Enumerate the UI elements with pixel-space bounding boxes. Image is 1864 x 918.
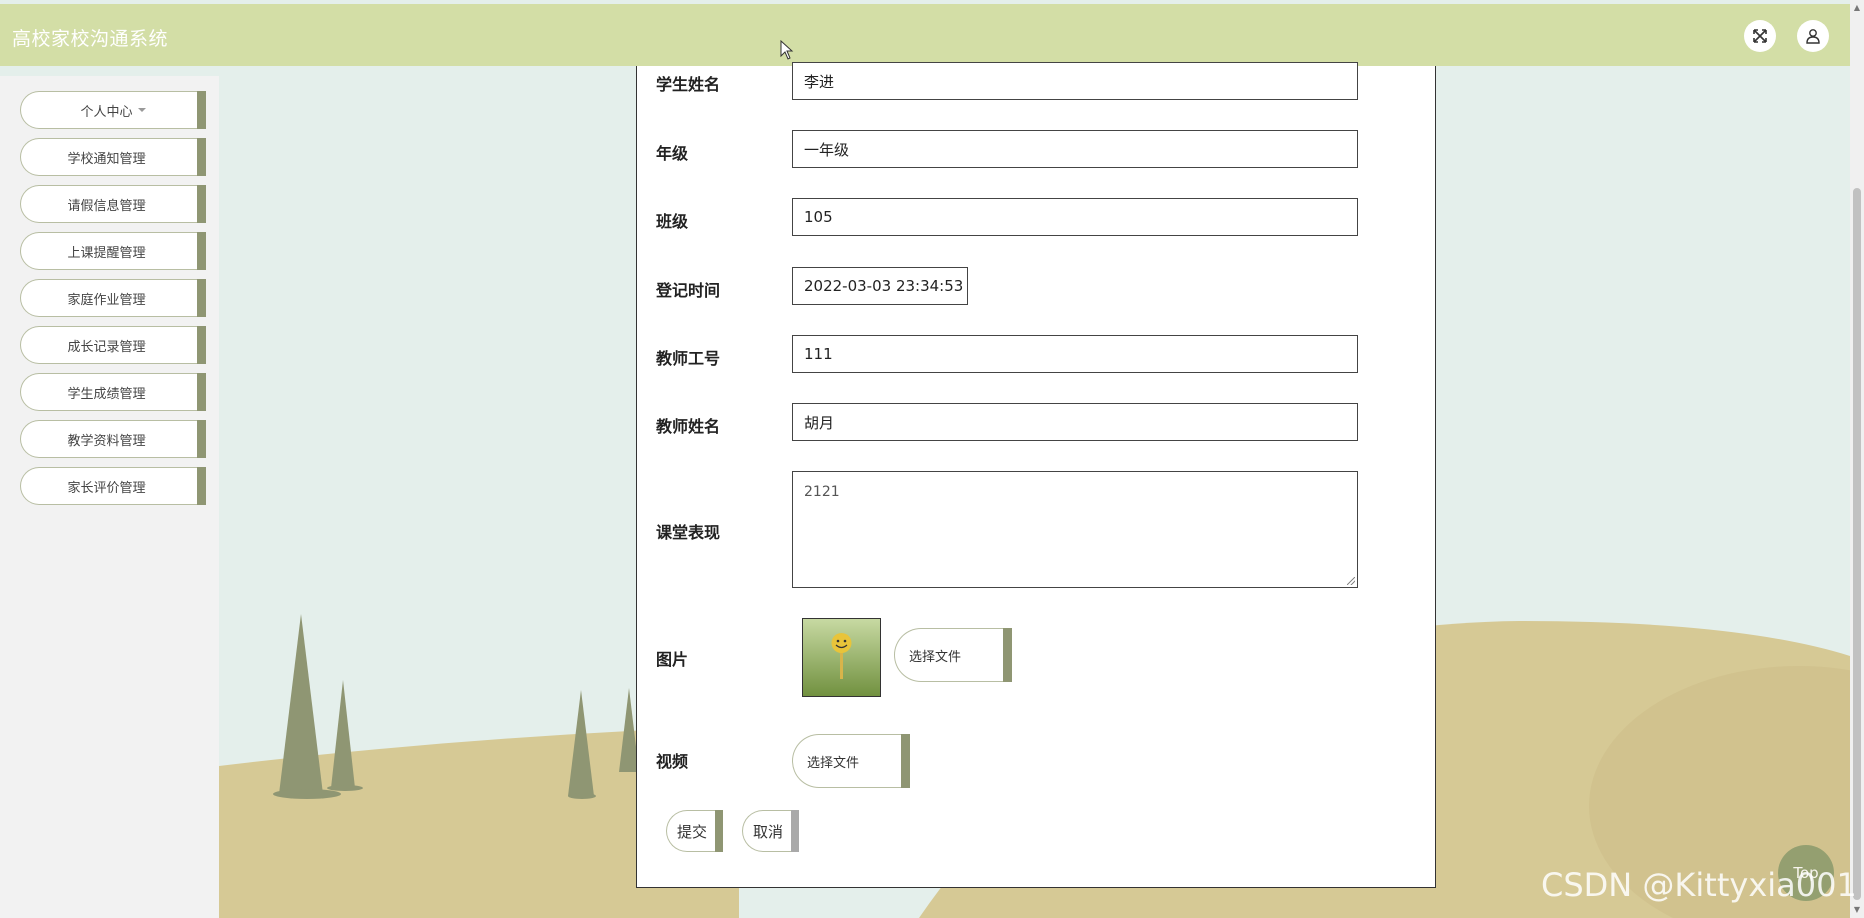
class-label: 班级 <box>656 212 689 231</box>
sidebar-item-class-reminder[interactable]: 上课提醒管理 <box>20 232 206 270</box>
register-time-input[interactable]: 2022-03-03 23:34:53 <box>792 267 968 305</box>
performance-textarea[interactable]: 2121 <box>792 471 1358 588</box>
register-time-label: 登记时间 <box>656 281 721 300</box>
choose-image-file-button[interactable]: 选择文件 <box>894 628 1012 682</box>
choose-video-file-button[interactable]: 选择文件 <box>792 734 910 788</box>
chevron-down-icon <box>138 155 146 159</box>
chevron-down-icon <box>138 343 146 347</box>
app-title: 高校家校沟通系统 <box>12 28 169 50</box>
teacher-id-label: 教师工号 <box>656 349 721 368</box>
image-thumbnail <box>802 618 881 697</box>
smiley-golfball-image <box>803 619 880 696</box>
scrollbar-thumb[interactable] <box>1853 188 1861 900</box>
chevron-down-icon <box>138 108 146 112</box>
class-input[interactable]: 105 <box>792 198 1358 236</box>
teacher-name-label: 教师姓名 <box>656 417 721 436</box>
sidebar-item-label: 个人中心 <box>80 104 133 120</box>
scroll-up-icon[interactable]: ▲ <box>1853 4 1861 12</box>
sidebar-item-parent-review[interactable]: 家长评价管理 <box>20 467 206 505</box>
sidebar-item-label: 学生成绩管理 <box>67 386 146 402</box>
chevron-down-icon <box>138 484 146 488</box>
teacher-name-input[interactable]: 胡月 <box>792 403 1358 441</box>
sidebar-item-label: 教学资料管理 <box>67 433 146 449</box>
student-name-label: 学生姓名 <box>656 75 721 94</box>
sidebar-item-teaching-material[interactable]: 教学资料管理 <box>20 420 206 458</box>
sidebar-item-growth-record[interactable]: 成长记录管理 <box>20 326 206 364</box>
top-header: 高校家校沟通系统 <box>0 4 1850 66</box>
scroll-down-icon[interactable]: ▼ <box>1853 906 1861 914</box>
video-label: 视频 <box>656 752 689 771</box>
grade-label: 年级 <box>656 144 689 163</box>
cancel-button[interactable]: 取消 <box>742 810 799 852</box>
chevron-down-icon <box>138 296 146 300</box>
edit-form-panel: 学生姓名 李进 年级 一年级 班级 105 登记时间 2022-03-03 23… <box>636 62 1436 888</box>
performance-text: 2121 <box>804 484 840 500</box>
student-name-input[interactable]: 李进 <box>792 62 1358 100</box>
sidebar-item-label: 成长记录管理 <box>67 339 146 355</box>
mouse-cursor-icon <box>780 40 794 60</box>
watermark: CSDN @Kittyxia001 <box>1541 866 1857 904</box>
sidebar-item-student-score[interactable]: 学生成绩管理 <box>20 373 206 411</box>
fullscreen-button[interactable] <box>1744 20 1776 52</box>
fullscreen-icon <box>1753 29 1767 43</box>
grade-input[interactable]: 一年级 <box>792 130 1358 168</box>
sidebar-item-label: 请假信息管理 <box>67 198 146 214</box>
user-button[interactable] <box>1797 20 1829 52</box>
sidebar-item-label: 上课提醒管理 <box>67 245 146 261</box>
image-label: 图片 <box>656 650 689 669</box>
sidebar-item-leave-info[interactable]: 请假信息管理 <box>20 185 206 223</box>
sidebar: 个人中心 学校通知管理 请假信息管理 上课提醒管理 家庭作业管理 成长记录管理 … <box>0 76 219 918</box>
chevron-down-icon <box>138 202 146 206</box>
sidebar-item-label: 家庭作业管理 <box>67 292 146 308</box>
sidebar-item-label: 学校通知管理 <box>67 151 146 167</box>
user-icon <box>1806 29 1820 44</box>
resize-handle-icon[interactable] <box>1347 577 1355 585</box>
teacher-id-input[interactable]: 111 <box>792 335 1358 373</box>
chevron-down-icon <box>138 390 146 394</box>
sidebar-item-label: 家长评价管理 <box>67 480 146 496</box>
performance-label: 课堂表现 <box>656 523 721 542</box>
submit-button[interactable]: 提交 <box>666 810 723 852</box>
sidebar-item-personal-center[interactable]: 个人中心 <box>20 91 206 129</box>
chevron-down-icon <box>138 249 146 253</box>
sidebar-item-homework[interactable]: 家庭作业管理 <box>20 279 206 317</box>
sidebar-item-school-notice[interactable]: 学校通知管理 <box>20 138 206 176</box>
chevron-down-icon <box>138 437 146 441</box>
